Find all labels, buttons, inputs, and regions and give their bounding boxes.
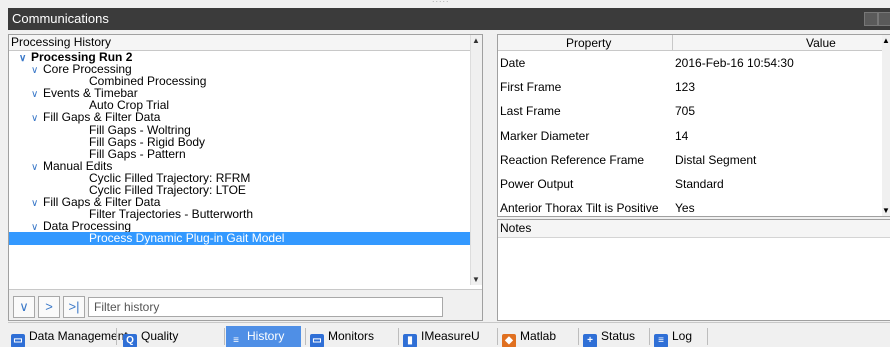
property-value: 123 xyxy=(675,80,696,95)
matlab-icon: ◆ xyxy=(502,334,516,347)
right-panel: Property Value Date 2016-Feb-16 10:54:30 F… xyxy=(497,34,890,321)
tab-status[interactable]: + Status xyxy=(580,326,650,347)
history-header: Processing History xyxy=(9,35,482,51)
tree-item[interactable]: ∨ Core Processing xyxy=(9,63,482,76)
history-icon: ≡ xyxy=(233,335,239,346)
properties-table: Property Value Date 2016-Feb-16 10:54:30 F… xyxy=(497,34,890,217)
scroll-down-icon[interactable]: ▼ xyxy=(472,275,480,284)
property-name: Anterior Thorax Tilt is Positive xyxy=(500,201,659,216)
chevron-right-icon: > xyxy=(45,299,53,314)
property-row[interactable]: Reaction Reference Frame Distal Segment xyxy=(498,148,890,172)
property-name: First Frame xyxy=(500,80,562,95)
collapse-button[interactable]: ∨ xyxy=(13,296,35,318)
property-value: 705 xyxy=(675,104,696,119)
tree-item-label: Process Dynamic Plug-in Gait Model xyxy=(89,231,285,246)
history-toolbar: ∨ > >| xyxy=(9,289,482,320)
tree-item[interactable]: ∨ Events & Timebar xyxy=(9,87,482,100)
property-name: Reaction Reference Frame xyxy=(500,152,645,167)
history-panel: Processing History ∨ Processing Run 2 ∨ Cor… xyxy=(8,34,483,321)
step-forward-button[interactable]: > xyxy=(38,296,60,318)
monitors-icon: ▭ xyxy=(310,334,324,347)
tab-matlab[interactable]: ◆ Matlab xyxy=(499,326,579,347)
tree-item[interactable]: Fill Gaps - Rigid Body xyxy=(9,136,482,148)
data-management-icon: ▭ xyxy=(11,334,25,347)
property-name: Last Frame xyxy=(500,104,561,119)
scroll-down-icon[interactable]: ▼ xyxy=(882,206,890,215)
tab-label: Monitors xyxy=(328,329,375,343)
property-value: Standard xyxy=(675,176,724,191)
status-icon: + xyxy=(583,334,597,347)
notes-panel[interactable]: Notes xyxy=(497,219,890,321)
tab-quality[interactable]: Q Quality xyxy=(120,326,225,347)
history-tree[interactable]: ∨ Processing Run 2 ∨ Core Processing Combine… xyxy=(9,51,482,284)
close-icon[interactable] xyxy=(878,12,890,26)
property-row[interactable]: Power Output Standard xyxy=(498,172,890,196)
property-row[interactable]: Anterior Thorax Tilt is Positive Yes xyxy=(498,196,890,220)
tab-data-management[interactable]: ▭ Data Management xyxy=(8,326,128,347)
tab-label: Data Management xyxy=(29,329,128,343)
tab-history[interactable]: ≡ History xyxy=(226,326,306,347)
log-icon: ≡ xyxy=(654,334,668,347)
float-icon[interactable] xyxy=(864,12,878,26)
value-column-header[interactable]: Value xyxy=(806,36,836,50)
tab-monitors[interactable]: ▭ Monitors xyxy=(307,326,399,347)
tab-label: Quality xyxy=(141,329,179,343)
properties-scrollbar[interactable]: ▲ ▼ xyxy=(882,35,890,216)
property-name: Marker Diameter xyxy=(500,128,590,143)
property-value: Yes xyxy=(675,201,695,216)
property-row[interactable]: First Frame 123 xyxy=(498,75,890,99)
skip-end-icon: >| xyxy=(68,299,80,314)
quality-icon: Q xyxy=(123,334,137,347)
property-row[interactable]: Last Frame 705 xyxy=(498,99,890,123)
tab-imeasureu[interactable]: ▮ IMeasureU xyxy=(400,326,498,347)
tab-label: Log xyxy=(672,329,693,343)
property-column-header[interactable]: Property xyxy=(566,36,611,50)
property-name: Date xyxy=(500,56,526,70)
panel-titlebar: Communications xyxy=(8,8,890,30)
scroll-up-icon[interactable]: ▲ xyxy=(882,36,890,45)
filter-history-input[interactable] xyxy=(88,297,443,317)
tab-log[interactable]: ≡ Log xyxy=(651,326,708,347)
imeasureu-icon: ▮ xyxy=(403,334,417,347)
step-last-button[interactable]: >| xyxy=(63,296,85,318)
notes-header: Notes xyxy=(498,220,890,238)
tree-item[interactable]: Process Dynamic Plug-in Gait Model xyxy=(9,231,482,246)
tab-label: IMeasureU xyxy=(421,329,480,343)
dock-grip[interactable] xyxy=(0,0,890,8)
bottom-tab-bar: ▭ Data Management Q Quality ≡ History ▭ Monitor… xyxy=(8,322,890,347)
chevron-down-icon: ∨ xyxy=(19,299,29,314)
scroll-up-icon[interactable]: ▲ xyxy=(472,36,480,45)
property-name: Power Output xyxy=(500,176,574,191)
tab-label: Matlab xyxy=(520,329,557,343)
property-row[interactable]: Date 2016-Feb-16 10:54:30 xyxy=(498,51,890,75)
property-row[interactable]: Marker Diameter 14 xyxy=(498,124,890,148)
property-value: 2016-Feb-16 10:54:30 xyxy=(675,56,794,70)
tab-label: History xyxy=(247,329,285,343)
history-scrollbar[interactable]: ▲ ▼ xyxy=(470,35,482,285)
panel-title: Communications xyxy=(12,11,109,26)
tree-item[interactable]: ∨ Fill Gaps & Filter Data xyxy=(9,111,482,124)
properties-header: Property Value xyxy=(498,35,890,51)
tree-item[interactable]: Fill Gaps - Woltring xyxy=(9,124,482,136)
property-value: Distal Segment xyxy=(675,152,757,167)
property-value: 14 xyxy=(675,128,689,143)
tab-label: Status xyxy=(601,329,636,343)
